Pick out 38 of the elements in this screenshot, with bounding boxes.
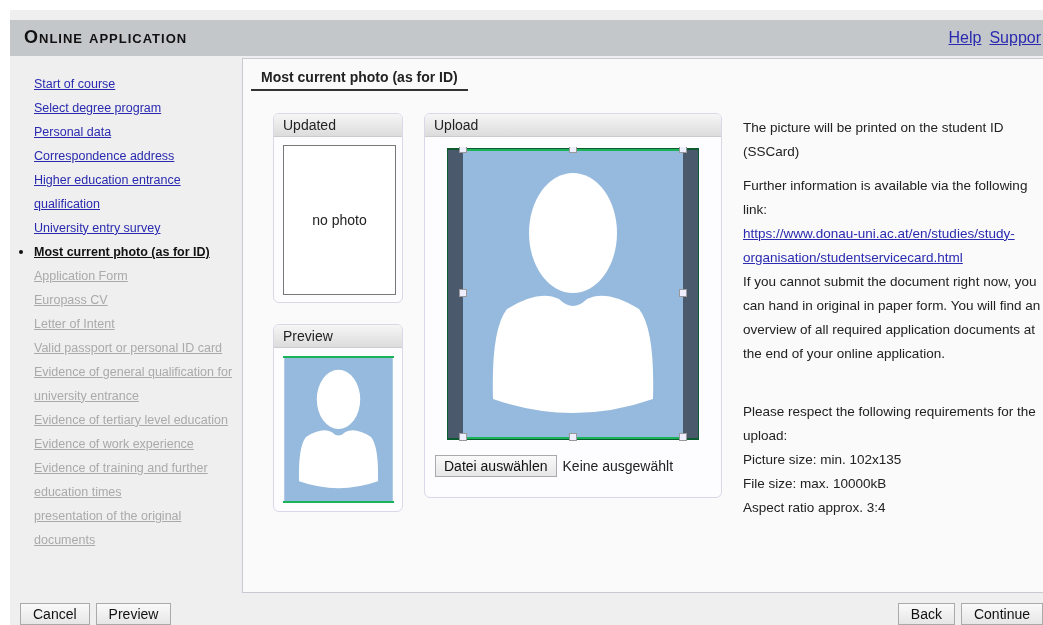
info-text: The picture will be printed on the student ID (SSCard) [743,118,1005,161]
step-link[interactable]: Start of course [34,71,116,96]
step-link[interactable]: University entry survey [34,215,161,240]
step-link[interactable]: Most current photo (as for ID) [34,239,210,264]
footer-button[interactable]: Continue [960,603,1043,625]
requirement-text: Picture size: min. 102x135 [743,450,903,469]
step-link[interactable]: Higher education entrance qualification [34,167,234,216]
requirement-text: Aspect ratio approx. 3:4 [743,498,887,517]
requirement-text: File size: max. 10000kB [743,474,888,493]
info-link[interactable]: https://www.donau-uni.ac.at/en/studies/study-organisation/studentservicecard.html [743,221,1043,270]
info-text: Further information is available via the following link: [743,176,1029,219]
step-link: presentation of the original documents [34,507,183,549]
step-link: Application Form [34,267,128,285]
section-title: Most current photo (as for ID) [251,68,468,91]
step-link: Evidence of work experience [34,435,194,453]
empty-photo-frame: no photo [283,144,396,295]
app-title: Online application [24,27,188,49]
header-link[interactable]: Suppor [989,28,1041,47]
header-link[interactable]: Help [948,28,982,47]
footer-button[interactable]: Preview [95,603,172,625]
step-link[interactable]: Select degree program [34,95,162,120]
panel-title: Preview [274,324,402,348]
step-link: Evidence of general qualification for university entrance [34,363,234,405]
step-link: Evidence of tertiary level education [34,411,228,429]
info-text: If you cannot submit the document right now, you can hand in original in paper form. You will find an overview of all required application documents at the end of your online application. [743,272,1042,363]
panel-title: Updated [274,113,402,137]
footer-button[interactable]: Back [897,603,955,625]
step-link[interactable]: Personal data [34,119,112,144]
choose-file-button[interactable]: Datei auswählen [435,454,557,477]
step-link: Europass CV [34,291,108,309]
step-link[interactable]: Correspondence address [34,143,175,168]
info-text: Please respect the following requirements for the upload: [743,402,1037,445]
step-link: Valid passport or personal ID card [34,339,223,357]
file-status: Keine ausgewählt [562,457,674,474]
photo-cropper-drawing[interactable] [447,146,699,441]
step-link: Letter of Intent [34,315,115,333]
panel-title: Upload [425,113,721,137]
footer-button[interactable]: Cancel [20,603,90,625]
